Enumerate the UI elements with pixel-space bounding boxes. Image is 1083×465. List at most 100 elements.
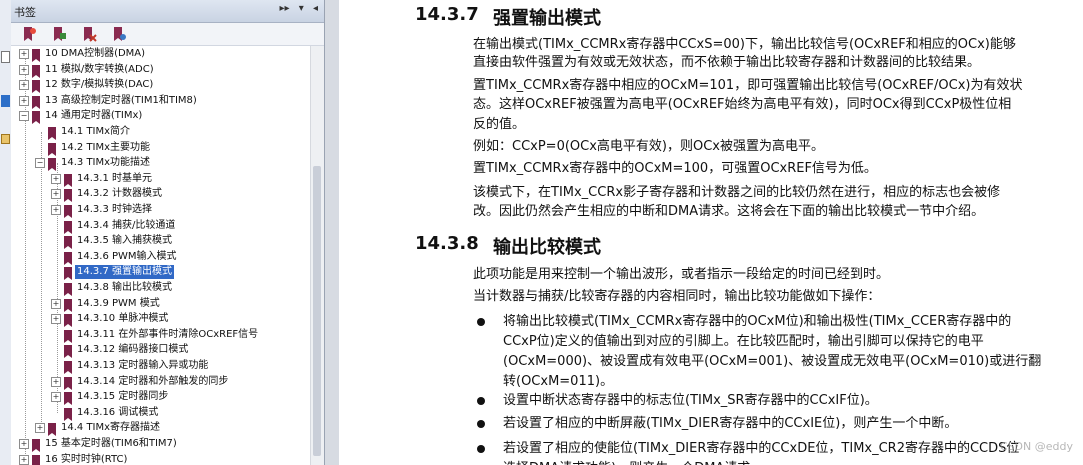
bullet-icon <box>477 420 485 428</box>
paragraph-line: 当计数器与捕获/比较寄存器的内容相同时，输出比较功能做如下操作： <box>473 289 881 304</box>
bookmark-icon <box>48 141 56 156</box>
bookmark-item[interactable]: +11 模拟/数字转换(ADC) <box>11 62 311 78</box>
document-page: 14.3.7 强置输出模式 在输出模式(TIMx_CCMRx寄存器中CCxS=0… <box>325 0 1083 465</box>
bookmark-icon <box>64 359 72 374</box>
bookmark-label: 14.3.6 PWM输入模式 <box>77 250 177 262</box>
expand-toggle-icon[interactable]: + <box>51 376 61 387</box>
bookmark-item[interactable]: +14.4 TIMx寄存器描述 <box>11 420 311 437</box>
expand-toggle-icon[interactable]: + <box>19 49 29 59</box>
expand-toggle-icon[interactable]: + <box>19 439 29 449</box>
bookmark-item[interactable]: 14.3.8 输出比较模式 <box>11 280 311 296</box>
bookmark-label: 14.3.1 时基单元 <box>77 172 152 184</box>
bookmark-icon <box>64 219 72 234</box>
bookmark-label: 15 基本定时器(TIM6和TIM7) <box>45 438 177 449</box>
bookmark-tab-icon[interactable] <box>1 92 10 107</box>
bookmark-icon <box>32 109 40 125</box>
bookmark-item[interactable]: +16 实时时钟(RTC) <box>11 452 311 465</box>
bookmark-item[interactable]: 14.2 TIMx主要功能 <box>11 140 311 156</box>
expand-toggle-icon[interactable]: + <box>51 392 61 403</box>
bookmark-item[interactable]: +14.3.2 计数器模式 <box>11 186 311 203</box>
bookmark-item[interactable]: +14.3.15 定时器同步 <box>11 389 311 406</box>
bookmark-icon <box>64 390 72 406</box>
panel-controls: ▸▸ ▾ ◂ <box>274 3 318 14</box>
bookmark-item[interactable]: 14.3.4 捕获/比较通道 <box>11 218 311 234</box>
bookmark-label: 16 实时时钟(RTC) <box>45 453 128 465</box>
delete-bookmark-icon[interactable] <box>81 26 97 42</box>
bookmark-item[interactable]: 14.3.11 在外部事件时清除OCxREF信号 <box>11 327 311 343</box>
panel-dropdown-icon[interactable]: ▾ <box>299 3 304 14</box>
expand-toggle-icon[interactable]: + <box>51 314 61 325</box>
bullet-line: 若设置了相应的中断屏蔽(TIMx_DIER寄存器中的CCxIE位)，则产生一个中… <box>503 416 958 431</box>
bookmark-item[interactable]: 14.1 TIMx简介 <box>11 124 311 140</box>
bullet-line: 将输出比较模式(TIMx_CCMRx寄存器中的OCxM位)和输出极性(TIMx_… <box>503 314 1012 329</box>
bookmark-label: 14.3.5 输入捕获模式 <box>77 235 172 247</box>
bookmark-scrollbar[interactable] <box>310 46 324 465</box>
bookmark-item[interactable]: 14.3.13 定时器输入异或功能 <box>11 358 311 374</box>
bullet-icon <box>477 318 485 326</box>
bookmark-item[interactable]: − 14.3 TIMx功能描述 <box>11 155 311 172</box>
bookmark-icon <box>64 172 72 187</box>
bookmark-item[interactable]: +13 高级控制定时器(TIM1和TIM8) <box>11 93 311 109</box>
bookmark-label: 12 数字/模拟转换(DAC) <box>45 79 154 91</box>
bookmark-label: 14.4 TIMx寄存器描述 <box>61 422 161 434</box>
bookmark-icon <box>32 78 40 94</box>
bookmark-item[interactable]: 14.3.6 PWM输入模式 <box>11 249 311 265</box>
bookmark-item[interactable]: +14.3.9 PWM 模式 <box>11 296 311 312</box>
bookmark-label: 14 通用定时器(TIMx) <box>45 110 143 122</box>
bookmark-label: 14.1 TIMx简介 <box>61 126 131 137</box>
expand-toggle-icon[interactable]: + <box>51 205 61 215</box>
bookmark-item[interactable]: − 14 通用定时器(TIMx) <box>11 108 311 125</box>
section-number: 14.3.7 <box>415 4 479 25</box>
expand-toggle-icon[interactable]: + <box>19 80 29 91</box>
panel-collapse-icon[interactable]: ◂ <box>313 3 318 14</box>
attachment-icon[interactable] <box>1 130 10 144</box>
paragraph-line: 直接由软件强置为有效或无效状态，而不依赖于输出比较寄存器和计数器间的比较结果。 <box>473 55 981 70</box>
bookmark-item[interactable]: +14.3.10 单脉冲模式 <box>11 311 311 328</box>
page-icon[interactable] <box>1 48 10 63</box>
bookmark-item[interactable]: +12 数字/模拟转换(DAC) <box>11 77 311 94</box>
bookmark-icon <box>64 281 72 296</box>
bookmark-label: 14.3.13 定时器输入异或功能 <box>77 360 209 371</box>
section-title: 输出比较模式 <box>493 237 601 258</box>
bookmark-panel-title: 书签 <box>14 6 36 19</box>
bookmark-icon <box>32 94 40 109</box>
bookmark-label: 14.3.15 定时器同步 <box>77 391 169 403</box>
bookmark-icon <box>64 203 72 218</box>
bookmark-panel: 书签 ▸▸ ▾ ◂ +10 DMA控制器(DMA) +11 模拟/数字转换(ADC… <box>11 0 325 465</box>
bookmark-item[interactable]: +14.3.3 时钟选择 <box>11 202 311 218</box>
bookmark-icon <box>32 63 40 78</box>
bookmark-label: 14.3 TIMx功能描述 <box>61 157 151 169</box>
bookmark-label: 14.3.10 单脉冲模式 <box>77 313 169 325</box>
expand-bookmark-icon[interactable] <box>51 26 67 42</box>
expand-toggle-icon[interactable]: + <box>19 454 29 465</box>
bullet-line: 选择DMA请求功能)，则产生一个DMA请求。 <box>503 459 763 465</box>
bookmark-tree: +10 DMA控制器(DMA) +11 模拟/数字转换(ADC) +12 数字/模拟… <box>11 46 311 465</box>
bookmark-item[interactable]: 14.3.12 编码器接口模式 <box>11 342 311 359</box>
expand-toggle-icon[interactable]: + <box>19 64 29 75</box>
expand-toggle-icon[interactable]: + <box>51 298 61 309</box>
expand-toggle-icon[interactable]: + <box>19 95 29 106</box>
collapse-toggle-icon[interactable]: − <box>35 158 45 169</box>
bookmark-item[interactable]: +14.3.14 定时器和外部触发的同步 <box>11 374 311 390</box>
scrollbar-thumb[interactable] <box>313 166 321 456</box>
panel-options-icon[interactable]: ▸▸ <box>280 3 290 14</box>
expand-toggle-icon[interactable]: + <box>51 189 61 200</box>
bookmark-item[interactable]: 14.3.16 调试模式 <box>11 405 311 421</box>
expand-toggle-icon[interactable]: + <box>35 423 45 434</box>
bookmark-item[interactable]: +10 DMA控制器(DMA) <box>11 46 311 62</box>
bookmark-icon <box>48 125 56 140</box>
paragraph-line: 反的值。 <box>473 117 526 132</box>
bookmark-icon <box>32 47 40 62</box>
bookmark-item[interactable]: +15 基本定时器(TIM6和TIM7) <box>11 436 311 452</box>
paragraph-line: 置TIMx_CCMRx寄存器中相应的OCxM=101，即可强置输出比较信号(OC… <box>473 78 1023 93</box>
collapse-toggle-icon[interactable]: − <box>19 111 29 122</box>
section-title: 强置输出模式 <box>493 8 601 29</box>
bookmark-properties-icon[interactable] <box>111 26 127 42</box>
new-bookmark-icon[interactable] <box>21 26 37 42</box>
bookmark-item[interactable]: 14.3.5 输入捕获模式 <box>11 233 311 250</box>
bookmark-label: 14.3.11 在外部事件时清除OCxREF信号 <box>77 328 259 340</box>
paragraph-line: 改。因此仍然会产生相应的中断和DMA请求。这将会在下面的输出比较模式一节中介绍。 <box>473 204 985 219</box>
bookmark-item[interactable]: 14.3.7 强置输出模式 <box>11 264 311 281</box>
expand-toggle-icon[interactable]: + <box>51 173 61 184</box>
bookmark-item[interactable]: +14.3.1 时基单元 <box>11 171 311 187</box>
